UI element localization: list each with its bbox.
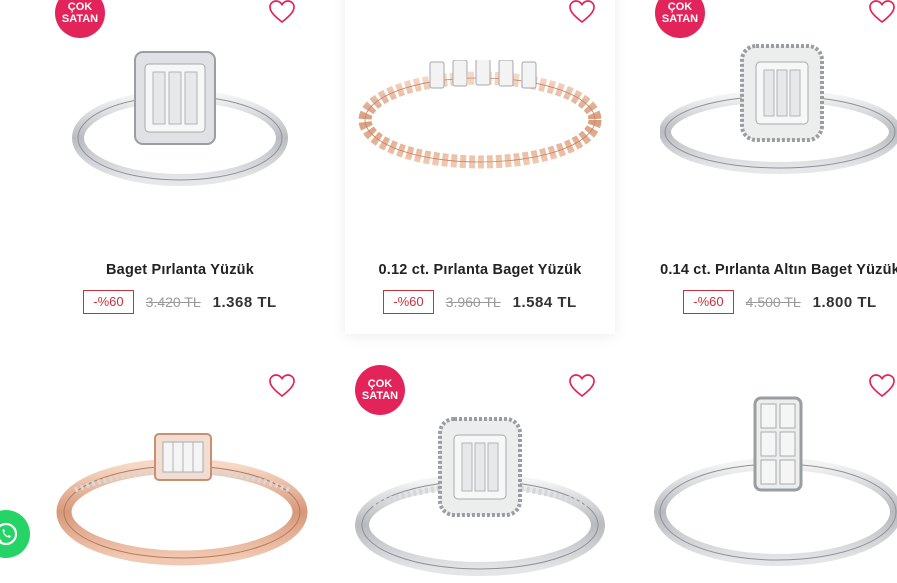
current-price: 1.368 TL (212, 293, 277, 311)
best-seller-badge: ÇOK SATAN (655, 0, 705, 38)
old-price: 3.420 TL (145, 294, 201, 310)
product-image[interactable] (660, 44, 897, 184)
badge-line-2: SATAN (661, 13, 699, 25)
best-seller-badge: ÇOK SATAN (55, 0, 105, 38)
product-card[interactable]: ÇOK SATAN (345, 360, 615, 583)
badge-line-2: SATAN (361, 390, 399, 402)
product-title[interactable]: Baget Pırlanta Yüzük (45, 262, 315, 278)
product-image[interactable] (355, 60, 605, 180)
product-image[interactable] (653, 396, 897, 576)
discount-badge: -%60 (683, 290, 734, 314)
price-row: -%60 3.420 TL 1.368 TL (45, 290, 315, 314)
product-card[interactable]: ÇOK SATAN 0.14 ct. Pırlanta Altın Baget … (645, 0, 897, 330)
product-image[interactable] (355, 415, 605, 580)
badge-line-1: ÇOK (67, 1, 93, 13)
discount-badge: -%60 (383, 290, 434, 314)
discount-badge: -%60 (83, 290, 134, 314)
badge-line-1: ÇOK (667, 1, 693, 13)
whatsapp-icon (0, 522, 18, 546)
old-price: 4.500 TL (745, 294, 801, 310)
heart-icon[interactable] (869, 374, 895, 398)
product-title[interactable]: 0.12 ct. Pırlanta Baget Yüzük (345, 262, 615, 278)
product-image[interactable] (65, 40, 295, 200)
badge-line-1: ÇOK (367, 378, 393, 390)
product-card[interactable]: ÇOK SATAN Baget Pırlanta Yüzük -%60 3.42… (45, 0, 315, 330)
product-card[interactable]: 0.12 ct. Pırlanta Baget Yüzük -%60 3.960… (345, 0, 615, 334)
product-card[interactable] (45, 360, 315, 583)
heart-icon[interactable] (569, 374, 595, 398)
product-card[interactable] (645, 360, 897, 583)
product-title[interactable]: 0.14 ct. Pırlanta Altın Baget Yüzük (645, 262, 897, 278)
heart-icon[interactable] (869, 0, 895, 24)
price-row: -%60 4.500 TL 1.800 TL (645, 290, 897, 314)
badge-line-2: SATAN (61, 13, 99, 25)
whatsapp-button[interactable] (0, 510, 30, 558)
heart-icon[interactable] (569, 0, 595, 24)
current-price: 1.800 TL (812, 293, 877, 311)
heart-icon[interactable] (269, 374, 295, 398)
old-price: 3.960 TL (445, 294, 501, 310)
price-row: -%60 3.960 TL 1.584 TL (345, 290, 615, 314)
current-price: 1.584 TL (512, 293, 577, 311)
best-seller-badge: ÇOK SATAN (355, 365, 405, 415)
heart-icon[interactable] (269, 0, 295, 24)
product-image[interactable] (55, 430, 310, 580)
